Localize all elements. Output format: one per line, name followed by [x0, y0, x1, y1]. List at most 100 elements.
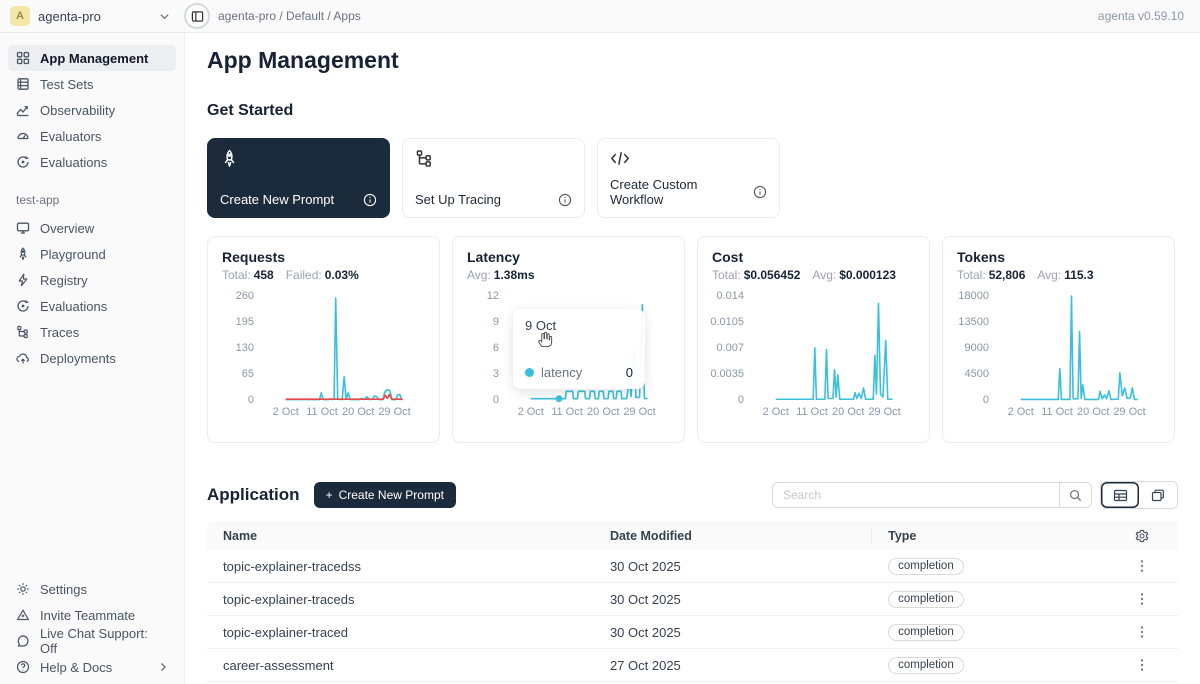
create-new-prompt-button[interactable]: + Create New Prompt — [314, 482, 456, 508]
tooltip-series-name: latency — [541, 365, 582, 380]
tooltip-value: 0 — [626, 365, 633, 380]
sidebar-item-label: Settings — [40, 582, 87, 597]
traces-icon — [16, 325, 31, 340]
app-name: topic-explainer-tracedss — [207, 559, 610, 574]
row-menu-button[interactable] — [1105, 658, 1178, 672]
sidebar-item-label: Traces — [40, 325, 79, 340]
sidebar-footer: Settings Invite Teammate Live Chat Suppo… — [8, 576, 176, 680]
tokens-chart[interactable]: 04500900013500180002 Oct11 Oct20 Oct29 O… — [957, 296, 1160, 424]
sidebar-item-label: Registry — [40, 273, 88, 288]
lightning-icon — [16, 273, 31, 288]
sidebar-item-overview[interactable]: Overview — [8, 215, 176, 241]
sidebar-item-deployments[interactable]: Deployments — [8, 345, 176, 371]
search-input[interactable] — [773, 488, 1059, 502]
table-row[interactable]: topic-explainer-tracedss 30 Oct 2025 com… — [207, 550, 1178, 583]
card-view-icon — [1151, 489, 1165, 502]
cursor-pointer-icon — [537, 331, 554, 348]
type-badge: completion — [888, 591, 964, 608]
table-view-icon — [1113, 489, 1128, 502]
column-date-modified[interactable]: Date Modified — [610, 528, 872, 544]
grid-icon — [16, 51, 31, 66]
card-view-button[interactable] — [1139, 482, 1177, 508]
sidebar-toggle-button[interactable] — [184, 3, 210, 29]
overview-icon — [16, 221, 31, 236]
chart-title: Tokens — [957, 249, 1160, 265]
application-header: Application + Create New Prompt — [207, 481, 1178, 509]
chevron-right-icon — [158, 662, 168, 672]
rocket-icon — [220, 149, 238, 167]
chart-stats: Total:458 Failed:0.03% — [222, 268, 425, 282]
application-heading: Application — [207, 485, 300, 505]
sidebar-item-label: Evaluators — [40, 129, 101, 144]
requests-chart[interactable]: 0651301952602 Oct11 Oct20 Oct29 Oct — [222, 296, 425, 424]
sidebar-item-registry[interactable]: Registry — [8, 267, 176, 293]
sidebar: App Management Test Sets Observability E… — [0, 33, 185, 684]
table-row[interactable]: topic-explainer-traced 30 Oct 2025 compl… — [207, 616, 1178, 649]
sidebar-item-label: Evaluations — [40, 155, 107, 170]
column-type[interactable]: Type — [872, 529, 1105, 543]
card-label: Create New Prompt — [220, 192, 334, 207]
cost-chart[interactable]: 00.00350.0070.01050.0142 Oct11 Oct20 Oct… — [712, 296, 915, 424]
row-menu-button[interactable] — [1105, 559, 1178, 573]
sidebar-item-help-docs[interactable]: Help & Docs — [8, 654, 176, 680]
help-icon — [16, 660, 31, 675]
type-badge: completion — [888, 624, 964, 641]
card-label: Create Custom Workflow — [610, 177, 753, 207]
apps-table: Name Date Modified Type topic-explainer-… — [207, 521, 1178, 682]
sidebar-item-traces[interactable]: Traces — [8, 319, 176, 345]
app-name: topic-explainer-traced — [207, 625, 610, 640]
sidebar-item-settings[interactable]: Settings — [8, 576, 176, 602]
sidebar-item-evaluations[interactable]: Evaluations — [8, 149, 176, 175]
workspace-avatar: A — [10, 6, 30, 26]
test-sets-icon — [16, 77, 31, 92]
create-new-prompt-card[interactable]: Create New Prompt — [207, 138, 390, 218]
chart-title: Latency — [467, 249, 670, 265]
observability-icon — [16, 103, 31, 118]
table-row[interactable]: career-assessment 27 Oct 2025 completion — [207, 649, 1178, 682]
table-row[interactable]: topic-explainer-traceds 30 Oct 2025 comp… — [207, 583, 1178, 616]
breadcrumb[interactable]: agenta-pro / Default / Apps — [218, 9, 361, 23]
sidebar-item-label: Help & Docs — [40, 660, 112, 675]
search-icon[interactable] — [1059, 483, 1091, 507]
sidebar-item-playground[interactable]: Playground — [8, 241, 176, 267]
type-badge: completion — [888, 558, 964, 575]
row-menu-button[interactable] — [1105, 592, 1178, 606]
view-toggle — [1100, 481, 1178, 509]
sidebar-item-label: App Management — [40, 51, 148, 66]
sidebar-item-live-chat-support[interactable]: Live Chat Support: Off — [8, 628, 176, 654]
chart-title: Cost — [712, 249, 915, 265]
sidebar-item-label: Playground — [40, 247, 106, 262]
workspace-switcher[interactable]: A agenta-pro — [10, 6, 170, 26]
set-up-tracing-card[interactable]: Set Up Tracing — [402, 138, 585, 218]
chart-title: Requests — [222, 249, 425, 265]
info-icon[interactable] — [753, 185, 767, 199]
info-icon[interactable] — [558, 193, 572, 207]
sidebar-item-label: Evaluations — [40, 299, 107, 314]
sidebar-item-evaluators[interactable]: Evaluators — [8, 123, 176, 149]
info-icon[interactable] — [363, 193, 377, 207]
topbar: A agenta-pro agenta-pro / Default / Apps… — [0, 0, 1200, 33]
create-custom-workflow-card[interactable]: Create Custom Workflow — [597, 138, 780, 218]
type-badge: completion — [888, 657, 964, 674]
app-version: agenta v0.59.10 — [1098, 9, 1184, 23]
row-menu-button[interactable] — [1105, 625, 1178, 639]
code-icon — [610, 149, 628, 167]
sidebar-item-evaluations-app[interactable]: Evaluations — [8, 293, 176, 319]
chart-stats: Total:$0.056452 Avg:$0.000123 — [712, 268, 915, 282]
table-view-button[interactable] — [1101, 482, 1139, 508]
sidebar-item-observability[interactable]: Observability — [8, 97, 176, 123]
metrics-row: Requests Total:458 Failed:0.03% 06513019… — [207, 236, 1178, 443]
panel-left-icon — [191, 10, 204, 23]
sidebar-item-test-sets[interactable]: Test Sets — [8, 71, 176, 97]
deployments-icon — [16, 351, 31, 366]
sidebar-item-label: Deployments — [40, 351, 116, 366]
sidebar-item-app-management[interactable]: App Management — [8, 45, 176, 71]
evaluations-icon — [16, 299, 31, 314]
table-settings-button[interactable] — [1105, 529, 1178, 543]
app-name: topic-explainer-traceds — [207, 592, 610, 607]
sidebar-item-invite-teammate[interactable]: Invite Teammate — [8, 602, 176, 628]
latency-metric-card: Latency Avg:1.38ms 0369122 Oct11 Oct20 O… — [452, 236, 685, 443]
column-name[interactable]: Name — [207, 528, 610, 544]
sidebar-item-label: Invite Teammate — [40, 608, 135, 623]
sidebar-item-label: Observability — [40, 103, 115, 118]
